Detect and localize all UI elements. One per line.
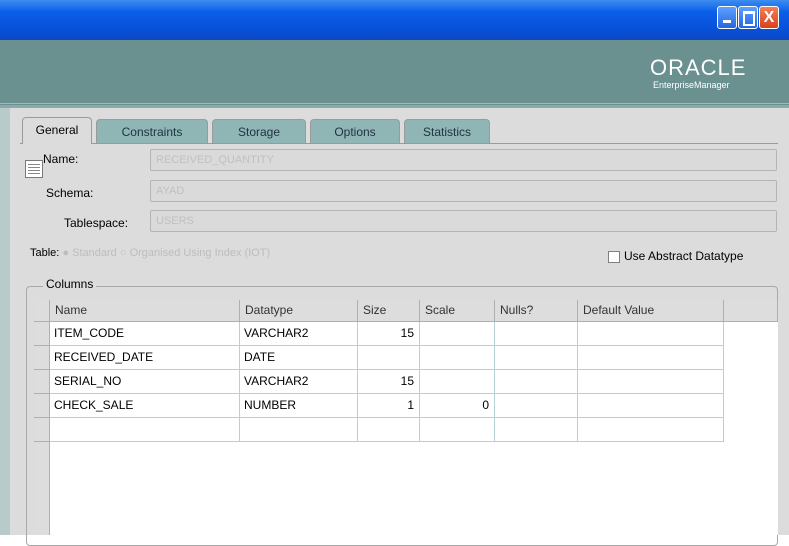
cell-datatype[interactable]: NUMBER: [240, 394, 358, 418]
cell-scale[interactable]: 0: [420, 394, 495, 418]
table-type-row: Table: ● Standard ○ Organised Using Inde…: [30, 247, 270, 259]
name-label: Name:: [43, 152, 79, 166]
cell-datatype[interactable]: VARCHAR2: [240, 322, 358, 346]
left-edge: [0, 108, 10, 535]
column-header-datatype[interactable]: Datatype: [240, 300, 358, 322]
tablespace-field[interactable]: USERS: [150, 210, 777, 232]
column-header-scale[interactable]: Scale: [420, 300, 495, 322]
cell-size[interactable]: [358, 346, 420, 370]
row-header[interactable]: [34, 394, 50, 418]
cell-scale[interactable]: [420, 346, 495, 370]
close-glyph: X: [763, 9, 775, 26]
cell-default-value[interactable]: [578, 418, 724, 442]
header-band: ORACLE EnterpriseManager: [0, 40, 789, 109]
band-divider: [0, 103, 789, 104]
cell-datatype[interactable]: [240, 418, 358, 442]
tab-label: Options: [334, 125, 376, 139]
tab-general[interactable]: General: [22, 117, 92, 144]
tablespace-label: Tablespace:: [64, 216, 129, 230]
column-header-nulls[interactable]: Nulls?: [495, 300, 578, 322]
cell-name[interactable]: [50, 418, 240, 442]
radio-organised-label: Organised Using Index (IOT): [129, 247, 271, 259]
column-header-default-value[interactable]: Default Value: [578, 300, 724, 322]
tab-divider: [20, 143, 778, 144]
window-title-bar[interactable]: X: [0, 0, 789, 40]
cell-default-value[interactable]: [578, 322, 724, 346]
tab-statistics[interactable]: Statistics: [404, 119, 490, 143]
minimize-icon[interactable]: [717, 6, 737, 29]
cell-name[interactable]: SERIAL_NO: [50, 370, 240, 394]
row-header: [34, 442, 50, 466]
radio-standard-label: Standard: [72, 247, 117, 259]
cell-name[interactable]: ITEM_CODE: [50, 322, 240, 346]
column-header-filler: [724, 300, 778, 322]
radio-standard-icon[interactable]: ●: [62, 247, 69, 259]
cell-default-value[interactable]: [578, 370, 724, 394]
cell-size[interactable]: 15: [358, 322, 420, 346]
row-header-filler: [34, 465, 50, 535]
cell-datatype[interactable]: DATE: [240, 346, 358, 370]
close-icon[interactable]: X: [759, 6, 779, 29]
tab-label: Storage: [237, 125, 281, 139]
columns-group-label: Columns: [43, 277, 97, 291]
tab-storage[interactable]: Storage: [212, 119, 306, 143]
cell-scale[interactable]: [420, 322, 495, 346]
oracle-logo: ORACLE: [650, 55, 747, 80]
cell-scale[interactable]: [420, 370, 495, 394]
table-corner: [34, 300, 50, 322]
cell-nulls[interactable]: [495, 346, 578, 370]
cell-name[interactable]: CHECK_SALE: [50, 394, 240, 418]
cell-datatype[interactable]: VARCHAR2: [240, 370, 358, 394]
tab-label: General: [35, 123, 79, 137]
maximize-icon[interactable]: [738, 6, 758, 29]
oracle-logo-subtitle: EnterpriseManager: [653, 80, 730, 90]
schema-field[interactable]: AYAD: [150, 180, 777, 202]
schema-label: Schema:: [46, 186, 94, 200]
table-icon: [25, 160, 43, 178]
cell-name[interactable]: RECEIVED_DATE: [50, 346, 240, 370]
tab-options[interactable]: Options: [310, 119, 400, 143]
radio-organised-icon[interactable]: ○: [120, 247, 127, 259]
column-header-size[interactable]: Size: [358, 300, 420, 322]
cell-scale[interactable]: [420, 418, 495, 442]
use-abstract-datatype-checkbox[interactable]: [608, 251, 620, 263]
cell-size[interactable]: 15: [358, 370, 420, 394]
row-header[interactable]: [34, 370, 50, 394]
cell-size[interactable]: [358, 418, 420, 442]
tab-label: Constraints: [121, 125, 183, 139]
cell-default-value[interactable]: [578, 346, 724, 370]
tab-label: Statistics: [422, 125, 471, 139]
use-abstract-datatype-label: Use Abstract Datatype: [624, 249, 744, 263]
cell-nulls[interactable]: [495, 394, 578, 418]
row-header[interactable]: [34, 346, 50, 370]
row-header[interactable]: [34, 418, 50, 442]
cell-nulls[interactable]: [495, 370, 578, 394]
row-header[interactable]: [34, 322, 50, 346]
cell-default-value[interactable]: [578, 394, 724, 418]
tab-constraints[interactable]: Constraints: [96, 119, 208, 143]
column-header-name[interactable]: Name: [50, 300, 240, 322]
table-label: Table:: [30, 247, 60, 259]
name-field[interactable]: RECEIVED_QUANTITY: [150, 149, 777, 171]
cell-size[interactable]: 1: [358, 394, 420, 418]
cell-nulls[interactable]: [495, 418, 578, 442]
cell-nulls[interactable]: [495, 322, 578, 346]
